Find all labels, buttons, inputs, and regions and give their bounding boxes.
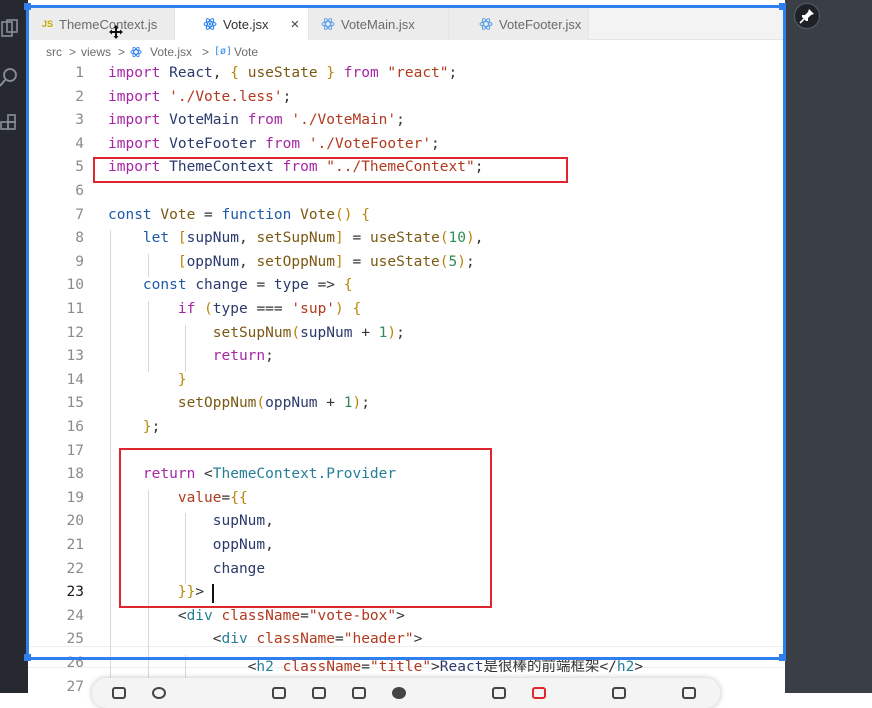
frame-handle[interactable] (779, 3, 786, 10)
line-number: 15 (66, 395, 84, 412)
react-icon (203, 18, 217, 30)
line-number: 19 (66, 489, 84, 506)
text-cursor (212, 584, 214, 603)
mosaic-tool-icon[interactable] (312, 687, 326, 699)
code-editor[interactable]: 1 2 3 4 5 6 7 8 9 10 11 12 13 14 15 16 17 18 19 20 21 22 23 24 2… (28, 64, 785, 693)
code-line[interactable]: return; (108, 348, 274, 364)
line-number: 13 (66, 348, 84, 365)
tab-label: VoteFooter.jsx (499, 16, 582, 32)
line-number: 27 (66, 678, 84, 693)
line-number: 1 (75, 65, 84, 81)
frame-handle[interactable] (24, 654, 31, 661)
breadcrumb-separator: > (69, 45, 77, 59)
line-number: 21 (66, 537, 84, 553)
code-line[interactable]: <div className="header"> (108, 631, 423, 647)
line-number: 11 (66, 301, 84, 317)
tab-votemain[interactable]: VoteMain.jsx (309, 8, 449, 40)
line-number: 2 (75, 88, 84, 105)
breadcrumb-separator: > (202, 45, 210, 59)
line-number: 7 (75, 206, 84, 223)
save-icon[interactable] (612, 687, 626, 699)
line-number: 20 (66, 513, 84, 530)
line-number: 16 (66, 419, 84, 435)
cancel-icon[interactable] (532, 687, 546, 699)
code-line[interactable]: setSupNum(supNum + 1); (108, 325, 405, 341)
line-number: 25 (66, 631, 84, 648)
line-number: 3 (75, 112, 84, 129)
rectangle-tool-icon[interactable] (112, 687, 126, 699)
react-icon (479, 18, 493, 30)
screenshot-toolbar (92, 678, 720, 708)
code-line[interactable]: import VoteMain from './VoteMain'; (108, 112, 405, 128)
tab-themecontext[interactable]: JS ThemeContext.js (28, 8, 175, 40)
line-number: 12 (66, 324, 84, 341)
line-number: 10 (66, 277, 84, 294)
line-number: 9 (75, 253, 84, 270)
line-number: 24 (66, 607, 84, 624)
search-icon[interactable] (0, 66, 22, 88)
line-number: 22 (66, 560, 84, 577)
tab-label: VoteMain.jsx (341, 16, 415, 32)
code-line[interactable]: let [supNum, setSupNum] = useState(10), (108, 230, 484, 246)
marker-tool-icon[interactable] (392, 687, 406, 699)
breadcrumb: src > views > Vote.jsx > [ø] Vote (28, 40, 785, 64)
pin-icon (799, 9, 814, 24)
line-number: 23 (66, 584, 84, 601)
highlight-box-import (93, 157, 568, 183)
tab-vote[interactable]: Vote.jsx × (175, 8, 309, 40)
explorer-icon[interactable] (0, 18, 22, 40)
desktop-background (785, 0, 872, 693)
undo-tool-icon[interactable] (492, 687, 506, 699)
copy-icon[interactable] (682, 687, 696, 699)
frame-handle[interactable] (24, 3, 31, 10)
code-line[interactable]: import './Vote.less'; (108, 89, 291, 105)
breadcrumb-separator: > (118, 45, 126, 59)
code-line[interactable]: } (108, 372, 187, 388)
circle-tool-icon[interactable] (152, 687, 166, 699)
move-cursor-icon (109, 25, 123, 39)
code-line[interactable]: [oppNum, setOppNum] = useState(5); (108, 254, 475, 270)
line-number: 5 (75, 159, 84, 176)
breadcrumb-item[interactable]: Vote (234, 45, 258, 59)
tab-bar: JS ThemeContext.js Vote.jsx × VoteMain.j… (28, 8, 785, 40)
line-number: 17 (66, 442, 84, 459)
breadcrumb-item[interactable]: src (46, 45, 62, 59)
highlight-box-provider (119, 448, 492, 608)
tab-label: Vote.jsx (223, 16, 269, 32)
activity-bar (0, 0, 28, 693)
line-number: 4 (75, 135, 84, 152)
extensions-icon[interactable] (0, 114, 22, 136)
breadcrumb-item[interactable]: Vote.jsx (150, 45, 192, 59)
line-number: 18 (66, 466, 84, 483)
js-file-icon: JS (42, 19, 54, 29)
line-number: 26 (66, 655, 84, 671)
code-line[interactable]: const Vote = function Vote() { (108, 207, 370, 223)
pen-tool-icon[interactable] (272, 687, 286, 699)
frame-handle[interactable] (779, 654, 786, 661)
react-icon (130, 47, 142, 57)
code-line[interactable]: if (type === 'sup') { (108, 301, 361, 317)
line-number: 14 (66, 371, 84, 388)
code-line[interactable]: const change = type => { (108, 277, 353, 293)
tab-votefooter[interactable]: VoteFooter.jsx (449, 8, 589, 40)
breadcrumb-item[interactable]: views (81, 45, 111, 59)
pin-button[interactable] (794, 3, 820, 29)
line-number: 8 (75, 230, 84, 247)
code-line[interactable]: <div className="vote-box"> (108, 608, 405, 624)
close-icon[interactable]: × (291, 16, 300, 33)
code-line[interactable]: setOppNum(oppNum + 1); (108, 395, 370, 411)
code-line[interactable]: <h2 className="title">React是很棒的前端框架</h2> (108, 655, 643, 676)
symbol-icon: [ø] (214, 46, 233, 57)
line-number: 6 (75, 183, 84, 199)
code-line[interactable]: import VoteFooter from './VoteFooter'; (108, 136, 440, 152)
code-line[interactable]: import React, { useState } from "react"; (108, 65, 457, 81)
react-icon (321, 18, 335, 30)
code-line[interactable]: }; (108, 419, 160, 435)
text-tool-icon[interactable] (352, 687, 366, 699)
